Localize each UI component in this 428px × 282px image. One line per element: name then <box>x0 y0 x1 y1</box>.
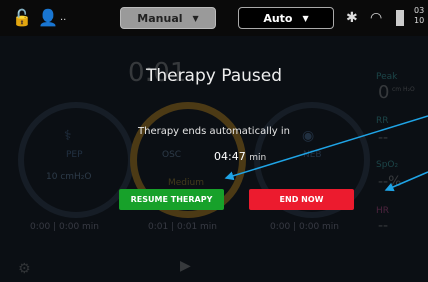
annotation-arrows <box>224 115 428 192</box>
arrow-to-resume <box>224 115 428 181</box>
arrow-to-end <box>384 171 428 192</box>
